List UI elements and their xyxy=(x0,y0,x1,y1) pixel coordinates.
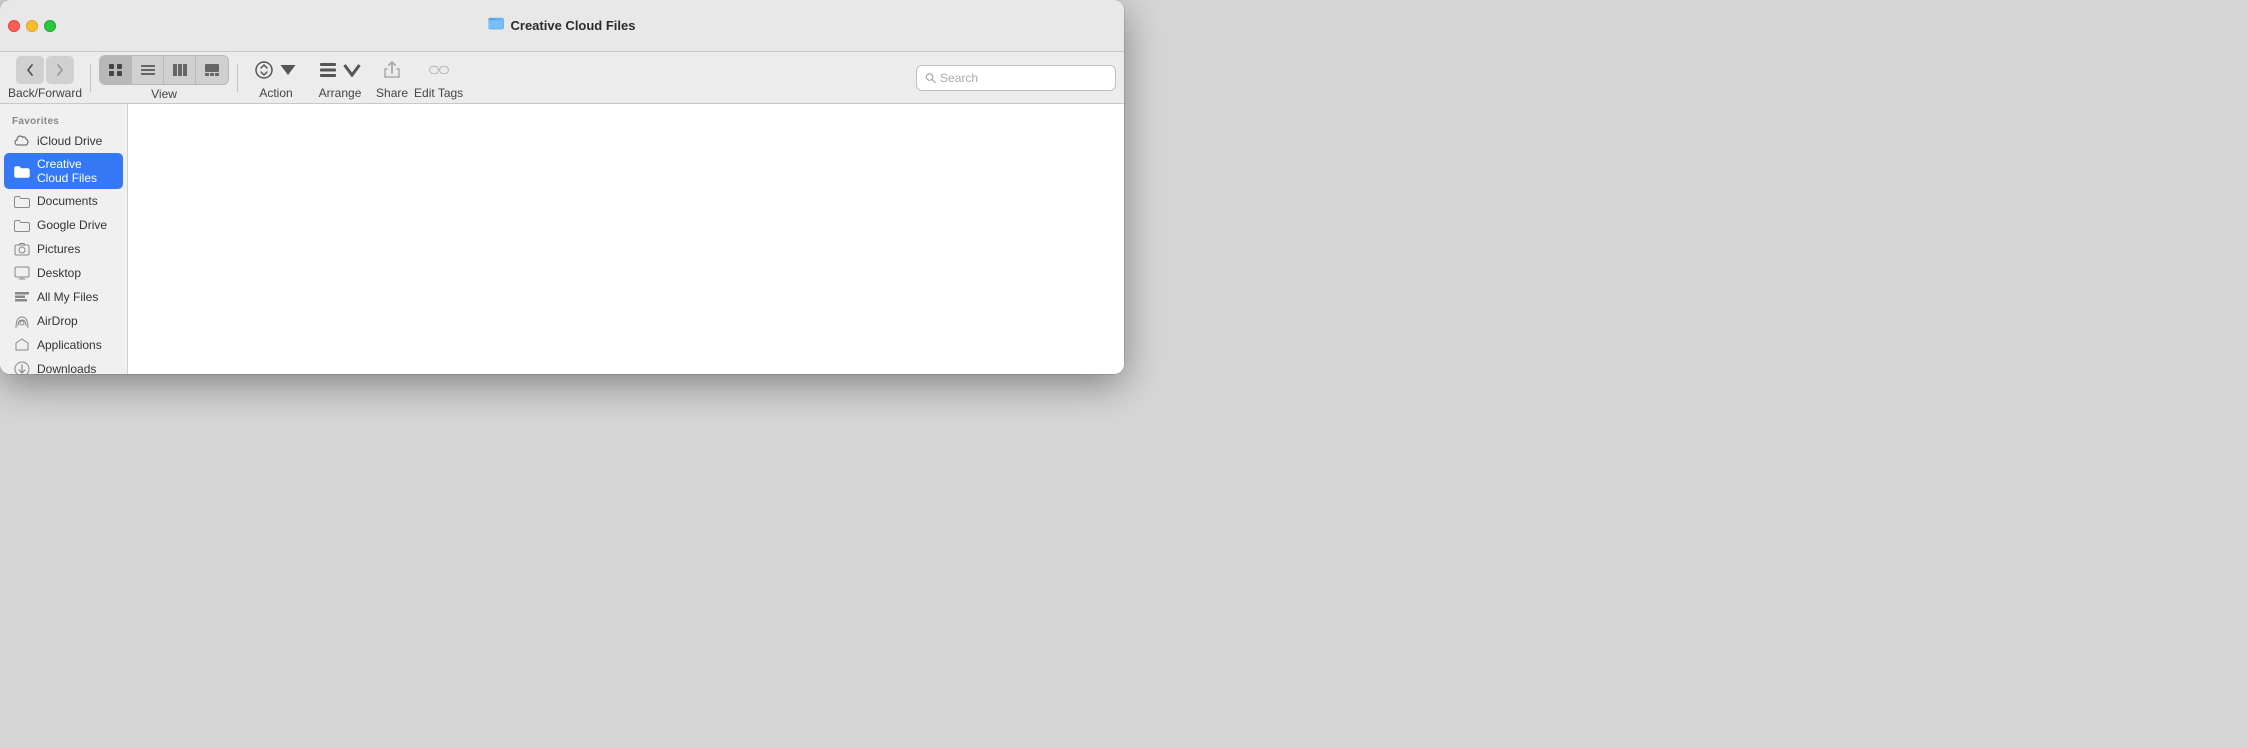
applications-icon xyxy=(14,337,30,353)
divider-2 xyxy=(237,64,238,92)
back-button[interactable] xyxy=(16,56,44,84)
action-group: Action xyxy=(246,56,306,100)
lines-icon xyxy=(14,289,30,305)
arrange-button[interactable] xyxy=(310,56,370,84)
sidebar-label-airdrop: AirDrop xyxy=(37,314,78,328)
search-icon xyxy=(925,72,936,84)
view-label: View xyxy=(151,87,177,101)
sidebar-label-creative-cloud-files: Creative Cloud Files xyxy=(37,157,113,185)
sidebar-item-pictures[interactable]: Pictures xyxy=(4,237,123,261)
forward-button[interactable] xyxy=(46,56,74,84)
folder-google-icon xyxy=(14,217,30,233)
sidebar-label-applications: Applications xyxy=(37,338,102,352)
sidebar-label-desktop: Desktop xyxy=(37,266,81,280)
back-forward-label: Back/Forward xyxy=(8,86,82,100)
list-view-button[interactable] xyxy=(132,56,164,84)
gallery-view-button[interactable] xyxy=(196,56,228,84)
content-area xyxy=(128,104,1124,374)
traffic-lights xyxy=(8,20,56,32)
sidebar-label-icloud-drive: iCloud Drive xyxy=(37,134,102,148)
icon-view-button[interactable] xyxy=(100,56,132,84)
sidebar-label-google-drive: Google Drive xyxy=(37,218,107,232)
divider-1 xyxy=(90,64,91,92)
main-content: Favorites iCloud Drive Creative Cloud Fi… xyxy=(0,104,1124,374)
minimize-button[interactable] xyxy=(26,20,38,32)
share-group: Share xyxy=(374,56,410,100)
titlebar: Creative Cloud Files xyxy=(0,0,1124,52)
downloads-icon xyxy=(14,361,30,374)
action-button[interactable] xyxy=(246,56,306,84)
sidebar-label-all-my-files: All My Files xyxy=(37,290,98,304)
cloud-icon xyxy=(14,133,30,149)
sidebar-label-pictures: Pictures xyxy=(37,242,80,256)
airdrop-icon xyxy=(14,313,30,329)
desktop-icon xyxy=(14,265,30,281)
sidebar-item-airdrop[interactable]: AirDrop xyxy=(4,309,123,333)
sidebar-item-google-drive[interactable]: Google Drive xyxy=(4,213,123,237)
toolbar: Back/Forward xyxy=(0,52,1124,104)
window-title: Creative Cloud Files xyxy=(511,18,636,33)
share-label: Share xyxy=(376,86,408,100)
sidebar-label-documents: Documents xyxy=(37,194,98,208)
sidebar-item-applications[interactable]: Applications xyxy=(4,333,123,357)
back-forward-group: Back/Forward xyxy=(8,56,82,100)
close-button[interactable] xyxy=(8,20,20,32)
view-buttons xyxy=(99,55,229,85)
folder-blue-icon xyxy=(14,163,30,179)
search-input[interactable] xyxy=(940,71,1107,85)
sidebar-label-downloads: Downloads xyxy=(37,362,96,374)
arrange-group: Arrange xyxy=(310,56,370,100)
view-group: View xyxy=(99,55,229,101)
edit-tags-button[interactable] xyxy=(421,56,457,84)
edit-tags-label: Edit Tags xyxy=(414,86,463,100)
share-button[interactable] xyxy=(374,56,410,84)
edit-tags-group: Edit Tags xyxy=(414,56,463,100)
favorites-label: Favorites xyxy=(0,112,127,129)
search-bar[interactable] xyxy=(916,65,1116,91)
sidebar-item-downloads[interactable]: Downloads xyxy=(4,357,123,374)
sidebar-item-creative-cloud-files[interactable]: Creative Cloud Files xyxy=(4,153,123,189)
finder-window: Creative Cloud Files Back/Forward xyxy=(0,0,1124,374)
camera-icon xyxy=(14,241,30,257)
folder-icon xyxy=(14,193,30,209)
sidebar-item-all-my-files[interactable]: All My Files xyxy=(4,285,123,309)
sidebar-item-desktop[interactable]: Desktop xyxy=(4,261,123,285)
sidebar-item-documents[interactable]: Documents xyxy=(4,189,123,213)
column-view-button[interactable] xyxy=(164,56,196,84)
folder-icon xyxy=(489,16,505,35)
sidebar: Favorites iCloud Drive Creative Cloud Fi… xyxy=(0,104,128,374)
arrange-label: Arrange xyxy=(319,86,362,100)
sidebar-item-icloud-drive[interactable]: iCloud Drive xyxy=(4,129,123,153)
maximize-button[interactable] xyxy=(44,20,56,32)
titlebar-center: Creative Cloud Files xyxy=(489,16,636,35)
action-label: Action xyxy=(259,86,292,100)
